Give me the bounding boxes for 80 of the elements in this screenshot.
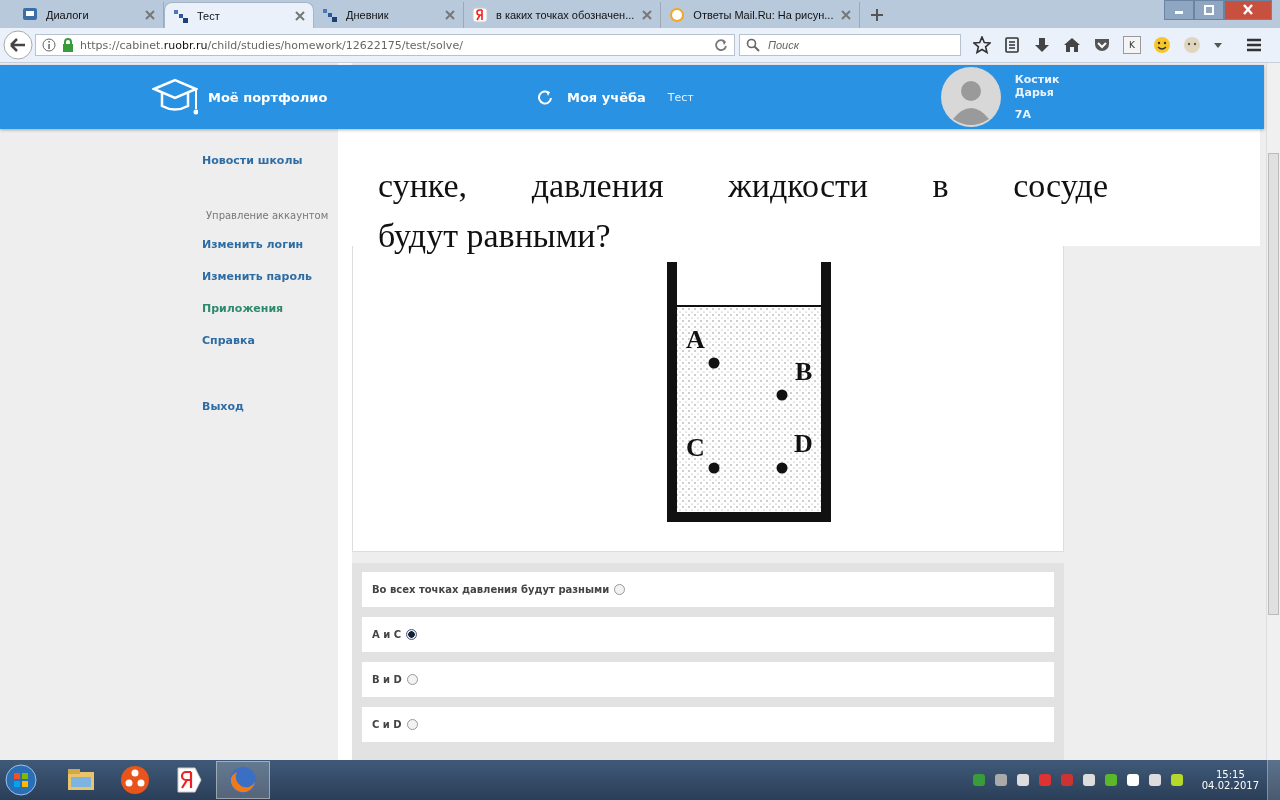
close-icon[interactable] — [145, 10, 155, 20]
sidebar-link[interactable]: Изменить логин — [202, 238, 338, 270]
close-icon[interactable] — [841, 10, 852, 20]
restore-icon[interactable] — [1201, 2, 1217, 18]
extension-button[interactable]: K — [1123, 36, 1141, 54]
radio-button[interactable] — [406, 629, 418, 640]
restore-button[interactable] — [1194, 0, 1224, 20]
tray-icon[interactable] — [1125, 773, 1140, 787]
sidebar-link[interactable]: Новости школы — [202, 154, 338, 186]
face-icon[interactable] — [1183, 36, 1201, 54]
answer-option[interactable]: B и D — [362, 662, 1054, 697]
point-label: B — [795, 357, 813, 386]
user-name: Дарья — [1014, 86, 1055, 99]
clock-date[interactable]: 04.02.2017 — [1201, 780, 1259, 791]
radio-button[interactable] — [406, 719, 418, 730]
chat-icon — [22, 7, 38, 23]
squares-icon — [322, 7, 338, 23]
point-label: C — [686, 433, 705, 462]
reload-icon[interactable] — [714, 38, 728, 52]
download-icon[interactable] — [1033, 36, 1051, 54]
close-icon[interactable] — [295, 10, 305, 21]
caret-icon[interactable] — [1213, 40, 1223, 50]
point-label: A — [686, 325, 705, 354]
point-label: D — [794, 429, 813, 458]
home-icon[interactable] — [1063, 36, 1081, 54]
url-text: https://cabinet.ruobr.ru/child/studies/homework/12622175/test/solve/ — [80, 38, 464, 52]
star-icon[interactable] — [973, 36, 991, 54]
user-class: 7А — [1014, 108, 1032, 121]
film-reel-icon[interactable] — [119, 764, 151, 796]
back-icon[interactable] — [3, 30, 33, 60]
menu-icon[interactable] — [1245, 36, 1263, 54]
sidebar-link[interactable]: Справка — [202, 334, 338, 366]
answer-option[interactable]: Во всех точках давления будут разными — [362, 572, 1054, 607]
pocket-icon[interactable] — [1093, 36, 1111, 54]
info-icon[interactable] — [42, 38, 56, 52]
show-desktop-button[interactable] — [1267, 760, 1280, 800]
smiley-icon[interactable] — [1153, 36, 1171, 54]
badge-icon — [472, 7, 488, 23]
question-text: будут равными? — [378, 216, 612, 256]
search-input[interactable]: Поиск — [766, 38, 950, 52]
question-icon — [669, 7, 686, 23]
tray-icon[interactable] — [1147, 773, 1162, 787]
plus-icon[interactable] — [870, 8, 885, 22]
user-surname: Костик — [1014, 73, 1060, 86]
refresh-icon[interactable] — [537, 89, 553, 105]
browser-tab[interactable]: Тест — [164, 2, 314, 28]
tray-icon[interactable] — [993, 773, 1008, 787]
address-field[interactable]: https://cabinet.ruobr.ru/child/studies/homework/12622175/test/solve/ — [35, 34, 735, 56]
sidebar-link[interactable]: Приложения — [202, 302, 338, 334]
sidebar-link[interactable]: Изменить пароль — [202, 270, 338, 302]
close-button[interactable] — [1224, 0, 1272, 20]
section-heading: Управление аккаунтом — [206, 210, 330, 223]
tray-icon[interactable] — [1103, 773, 1118, 787]
list-icon[interactable] — [1003, 36, 1021, 54]
point-marker — [776, 389, 788, 401]
question-text: сунке, давления жидкости в сосуде — [378, 166, 1108, 206]
graduation-cap-icon[interactable] — [152, 77, 198, 117]
start-icon[interactable] — [4, 763, 38, 797]
radio-button[interactable] — [614, 584, 626, 595]
tray-icon[interactable] — [1169, 773, 1184, 787]
close-icon[interactable] — [445, 10, 455, 20]
clock-time[interactable]: 15:15 — [1215, 769, 1245, 780]
point-marker — [776, 462, 788, 474]
point-marker — [708, 357, 720, 369]
squares-icon — [173, 7, 189, 24]
scroll-thumb[interactable] — [1268, 153, 1279, 615]
search-icon — [746, 38, 760, 52]
close-icon[interactable] — [642, 10, 653, 20]
answer-option[interactable]: C и D — [362, 707, 1054, 742]
sidebar-link[interactable]: Выход — [202, 400, 338, 432]
avatar[interactable] — [940, 67, 1001, 127]
search-field[interactable]: Поиск — [739, 34, 961, 56]
minimize-button[interactable] — [1164, 0, 1194, 20]
scrollbar[interactable] — [1266, 63, 1280, 760]
point-marker — [708, 462, 720, 474]
radio-button[interactable] — [406, 674, 418, 685]
answer-option[interactable]: A и C — [362, 617, 1054, 652]
lock-icon — [62, 38, 74, 52]
tray-icon[interactable] — [1081, 773, 1096, 787]
tray-icon[interactable] — [1015, 773, 1030, 787]
